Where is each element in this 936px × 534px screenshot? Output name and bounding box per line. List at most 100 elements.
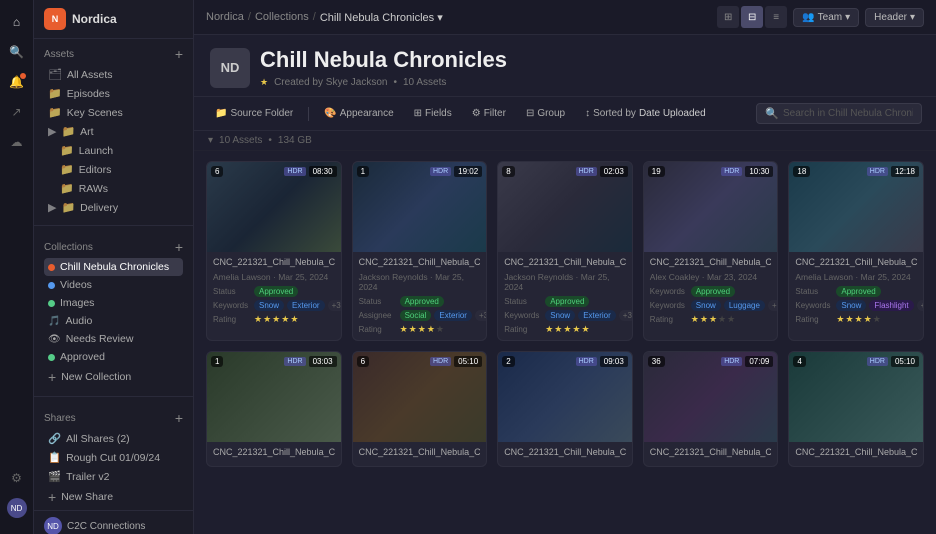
add-collection-button[interactable]: + — [175, 240, 183, 254]
asset-filename: CNC_221321_Chill_Nebula_Chronicles_Premi… — [795, 257, 917, 269]
filter-button[interactable]: ⚙ Filter — [465, 105, 513, 122]
appearance-icon: 🎨 — [324, 108, 336, 119]
star: ★ — [281, 314, 289, 325]
sidebar-item-key-scenes[interactable]: 📁 Key Scenes — [44, 103, 183, 122]
tag-chip: Snow — [545, 310, 575, 321]
delivery-folder-icon: 📁 — [61, 201, 75, 214]
fields-button[interactable]: ⊞ Fields — [407, 105, 459, 122]
search-input[interactable] — [783, 108, 913, 119]
status-row: Status Approved — [504, 296, 626, 307]
sidebar-item-rough-cut[interactable]: 📋 Rough Cut 01/09/24 — [44, 448, 183, 467]
delivery-icon: ▶ — [48, 201, 56, 214]
hdr-badge: HDR — [721, 357, 742, 366]
sidebar-item-needs-review[interactable]: 👁 Needs Review — [44, 330, 183, 348]
sidebar-item-new-share[interactable]: + New Share — [44, 486, 183, 508]
sidebar-item-approved[interactable]: Approved — [44, 348, 183, 366]
appearance-label: Appearance — [340, 108, 394, 119]
nav-home[interactable]: ⌂ — [3, 8, 31, 36]
sidebar-item-all-assets[interactable]: 🗂 All Assets — [44, 65, 183, 84]
sidebar-item-images[interactable]: Images — [44, 294, 183, 312]
sidebar-item-chill-nebula[interactable]: Chill Nebula Chronicles — [44, 258, 183, 276]
breadcrumb-collections[interactable]: Collections — [255, 11, 309, 23]
header-button[interactable]: Header ▾ — [865, 8, 924, 27]
sidebar-c2c[interactable]: ND C2C Connections — [44, 517, 183, 534]
asset-card[interactable]: 19 HDR 10:30 CNC_221321_Chill_Nebula_Chr… — [643, 161, 779, 341]
star-rating: ★★★★★ — [545, 324, 589, 335]
sort-button[interactable]: ↕ Sorted by Date Uploaded — [578, 105, 713, 122]
asset-thumbnail: 8 HDR 02:03 — [498, 162, 632, 252]
view-btn-1[interactable]: ⊞ — [717, 6, 739, 28]
asset-card[interactable]: 6 HDR 05:10 CNC_221321_Chill_Nebula_Chro… — [352, 351, 488, 468]
sidebar-item-all-shares[interactable]: 🔗 All Shares (2) — [44, 429, 183, 448]
status-label: Status — [504, 297, 542, 306]
nav-user-avatar[interactable]: ND — [3, 494, 31, 522]
breadcrumb: Nordica / Collections / Chill Nebula Chr… — [206, 11, 443, 24]
asset-card[interactable]: 8 HDR 02:03 CNC_221321_Chill_Nebula_Chro… — [497, 161, 633, 341]
view-btn-2[interactable]: ⊟ — [741, 6, 763, 28]
star: ★ — [545, 324, 553, 335]
tag-extra: +3 — [475, 310, 487, 321]
asset-card[interactable]: 36 HDR 07:09 CNC_221321_Chill_Nebula_Chr… — [643, 351, 779, 468]
asset-card[interactable]: 18 HDR 12:18 CNC_221321_Chill_Nebula_Chr… — [788, 161, 924, 341]
editors-label: Editors — [79, 164, 112, 176]
add-asset-button[interactable]: + — [175, 47, 183, 61]
collection-header: ND Chill Nebula Chronicles ★ Created by … — [194, 35, 936, 97]
team-button[interactable]: 👥 Team ▾ — [793, 8, 859, 27]
team-icon: 👥 — [802, 12, 814, 23]
status-row: Keywords Approved — [650, 286, 772, 297]
asset-info: CNC_221321_Chill_Nebula_Chronicles_Premi… — [353, 252, 487, 340]
sidebar-item-art[interactable]: ▶ 📁 Art — [44, 122, 183, 141]
total-size-label: 134 GB — [278, 135, 312, 146]
nav-search[interactable]: 🔍 — [3, 38, 31, 66]
sidebar-item-videos[interactable]: Videos — [44, 276, 183, 294]
nav-settings[interactable]: ⚙ — [3, 464, 31, 492]
asset-card[interactable]: 2 HDR 09:03 CNC_221321_Chill_Nebula_Chro… — [497, 351, 633, 468]
breadcrumb-nordica[interactable]: Nordica — [206, 11, 244, 23]
status-badge: Approved — [691, 286, 735, 297]
asset-info: CNC_221321_Chill_Nebula_Chronicles_Premi… — [789, 442, 923, 467]
add-share-button[interactable]: + — [175, 411, 183, 425]
group-button[interactable]: ⊟ Group — [519, 105, 572, 122]
chill-nebula-dot — [48, 264, 55, 271]
sidebar-item-launch[interactable]: 📁 Launch — [56, 141, 183, 160]
status-label: Status — [213, 287, 251, 296]
thumb-top: 18 HDR 12:18 — [793, 166, 919, 177]
size-separator: • — [268, 135, 272, 146]
duration-badge: 02:03 — [600, 166, 628, 177]
source-folder-button[interactable]: 📁 Source Folder — [208, 105, 300, 122]
shares-section: Shares + 🔗 All Shares (2) 📋 Rough Cut 01… — [34, 403, 193, 510]
sidebar-item-episodes[interactable]: 📁 Episodes — [44, 84, 183, 103]
topbar-right: ⊞ ⊟ ≡ 👥 Team ▾ Header ▾ — [717, 6, 924, 28]
view-btn-3[interactable]: ≡ — [765, 6, 787, 28]
thumb-top: 1 HDR 03:03 — [211, 356, 337, 367]
nav-cloud[interactable]: ☁ — [3, 128, 31, 156]
asset-grid: 6 HDR 08:30 CNC_221321_Chill_Nebula_Chro… — [194, 151, 936, 534]
asset-badge: 6 — [357, 356, 369, 367]
asset-card[interactable]: 1 HDR 03:03 CNC_221321_Chill_Nebula_Chro… — [206, 351, 342, 468]
asset-filename: CNC_221321_Chill_Nebula_Chronicles_Premi… — [650, 257, 772, 269]
duration-badge: 05:10 — [891, 356, 919, 367]
sidebar-item-audio[interactable]: 🎵 Audio — [44, 312, 183, 330]
nav-notifications[interactable]: 🔔 — [3, 68, 31, 96]
sidebar-item-editors[interactable]: 📁 Editors — [56, 160, 183, 179]
duration-badge: 08:30 — [309, 166, 337, 177]
asset-card[interactable]: 1 HDR 19:02 CNC_221321_Chill_Nebula_Chro… — [352, 161, 488, 341]
filter-icon: ⚙ — [472, 108, 481, 119]
group-label: Group — [537, 108, 565, 119]
thumb-overlay: 1 HDR 03:03 — [207, 352, 341, 442]
sidebar-item-delivery[interactable]: ▶ 📁 Delivery — [44, 198, 183, 217]
sidebar-item-raws[interactable]: 📁 RAWs — [56, 179, 183, 198]
sidebar-item-new-collection[interactable]: + New Collection — [44, 366, 183, 388]
asset-card[interactable]: 6 HDR 08:30 CNC_221321_Chill_Nebula_Chro… — [206, 161, 342, 341]
asset-thumbnail: 2 HDR 09:03 — [498, 352, 632, 442]
trailer-icon: 🎬 — [48, 470, 61, 483]
asset-info: CNC_221321_Chill_Nebula_Chronicles_Premi… — [498, 252, 632, 340]
sidebar-item-trailer[interactable]: 🎬 Trailer v2 — [44, 467, 183, 486]
duration-badge: 03:03 — [309, 356, 337, 367]
tag-chip: Exterior — [434, 310, 472, 321]
appearance-button[interactable]: 🎨 Appearance — [317, 105, 400, 122]
asset-card[interactable]: 4 HDR 05:10 CNC_221321_Chill_Nebula_Chro… — [788, 351, 924, 468]
tags-label: Keywords — [795, 301, 833, 310]
asset-filename: CNC_221321_Chill_Nebula_Chronicles_Premi… — [213, 257, 335, 269]
nav-share[interactable]: ↗ — [3, 98, 31, 126]
